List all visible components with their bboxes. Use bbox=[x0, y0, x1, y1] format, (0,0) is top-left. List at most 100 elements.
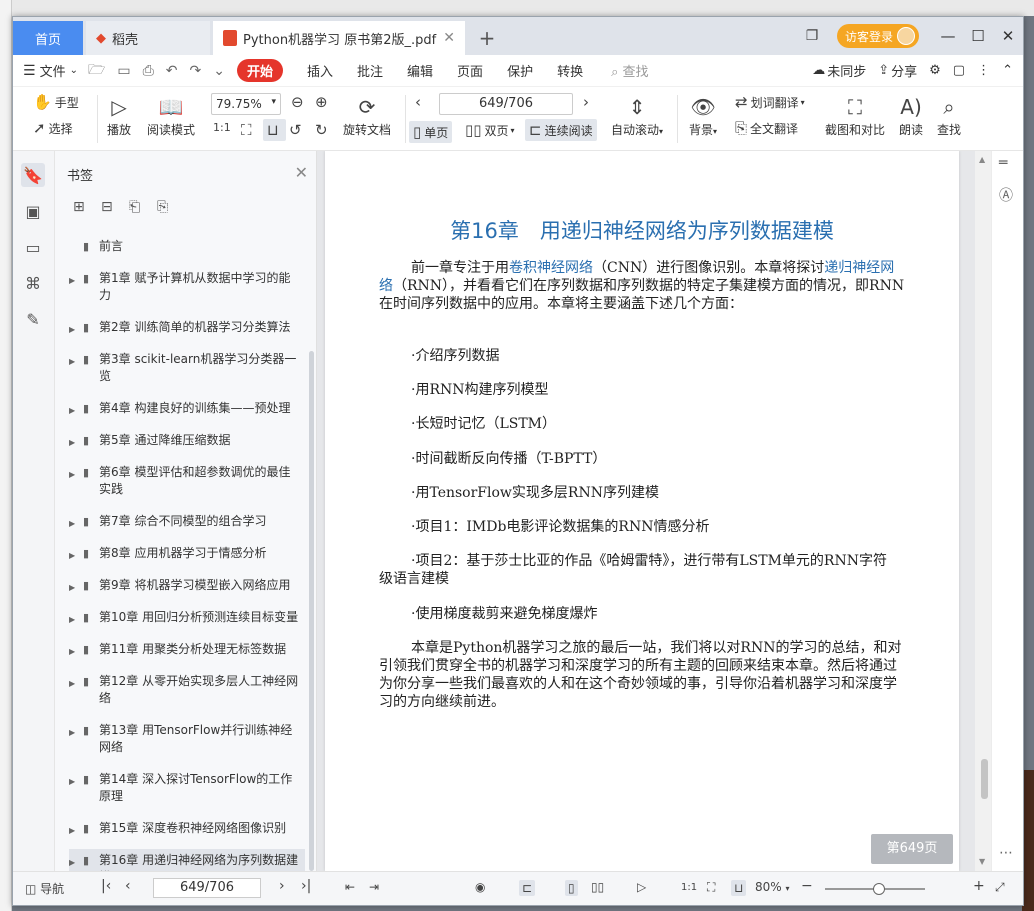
expand-arrow-icon[interactable]: ▶ bbox=[69, 822, 75, 839]
rotate-left-button[interactable]: ↺ bbox=[289, 121, 305, 139]
zoom-out-button[interactable]: ⊖ bbox=[291, 93, 307, 111]
single-page-button[interactable]: ▯ 单页 bbox=[409, 121, 453, 143]
file-menu[interactable]: ☰ 文件 ⌄ bbox=[23, 61, 78, 81]
bookmark-scrollbar[interactable] bbox=[309, 351, 314, 871]
tab-docer[interactable]: ◆ 稻壳 bbox=[86, 21, 210, 55]
open-folder-icon[interactable]: 🗁 bbox=[88, 59, 105, 83]
zoom-in-icon[interactable]: + bbox=[973, 878, 985, 894]
find-button[interactable]: ⌕ 查找 bbox=[937, 93, 961, 138]
add-bookmark-icon[interactable]: ⎗ bbox=[129, 199, 157, 215]
document-viewport[interactable]: 第16章 用递归神经网络为序列数据建模 前一章专注于用卷积神经网络（CNN）进行… bbox=[317, 151, 993, 871]
zoom-out-icon[interactable]: − bbox=[801, 878, 813, 894]
comment-panel-icon[interactable]: ▭ bbox=[21, 235, 45, 259]
bookmark-item[interactable]: ▶ ▮ 第5章 通过降维压缩数据 bbox=[69, 429, 305, 452]
guest-login-button[interactable]: 访客登录 bbox=[836, 24, 919, 48]
last-page-icon[interactable]: ›| bbox=[301, 878, 311, 894]
expand-arrow-icon[interactable]: ▶ bbox=[69, 466, 75, 483]
collapse-ribbon-icon[interactable]: ⌃ bbox=[1002, 63, 1013, 78]
word-translate-button[interactable]: ⇄ 划词翻译 ▾ bbox=[735, 93, 805, 111]
expand-arrow-icon[interactable]: ▶ bbox=[69, 643, 75, 660]
expand-arrow-icon[interactable]: ▶ bbox=[69, 402, 75, 419]
screenshot-compare-button[interactable]: ⛶ 截图和对比 bbox=[825, 93, 885, 138]
bookmark-panel-icon[interactable]: 🔖 bbox=[21, 163, 45, 187]
minimize-button[interactable]: — bbox=[933, 27, 963, 45]
expand-arrow-icon[interactable]: ▶ bbox=[69, 272, 75, 289]
bookmark-settings-icon[interactable]: ⎘ bbox=[157, 199, 185, 215]
previous-page-button[interactable]: ‹ bbox=[415, 93, 424, 111]
continuous-read-button[interactable]: ⊏ 连续阅读 bbox=[525, 119, 597, 141]
rotate-right-button[interactable]: ↻ bbox=[315, 121, 331, 139]
actual-size-icon[interactable]: 1:1 bbox=[681, 882, 697, 893]
menu-protect[interactable]: 保护 bbox=[507, 61, 533, 80]
expand-arrow-icon[interactable]: ▶ bbox=[69, 773, 75, 790]
expand-arrow-icon[interactable]: ▶ bbox=[69, 854, 75, 871]
forward-icon[interactable]: ⇥ bbox=[369, 880, 379, 894]
settings-gear-icon[interactable]: ⚙ bbox=[929, 63, 941, 78]
read-mode-button[interactable]: 📖 阅读模式 bbox=[147, 93, 195, 138]
menu-page[interactable]: 页面 bbox=[457, 61, 483, 80]
print-icon[interactable]: ⎙ bbox=[143, 63, 154, 79]
navigation-toggle[interactable]: ◫ 导航 bbox=[25, 880, 64, 897]
bookmark-item[interactable]: ▶ ▮ 第3章 scikit-learn机器学习分类器一览 bbox=[69, 348, 305, 388]
menu-search[interactable]: ⌕ 查找 bbox=[611, 61, 648, 80]
background-button[interactable]: 👁 背景▾ bbox=[689, 93, 717, 138]
bookmark-item[interactable]: ▶ ▮ 第2章 训练简单的机器学习分类算法 bbox=[69, 316, 305, 339]
menu-edit[interactable]: 编辑 bbox=[407, 61, 433, 80]
maximize-button[interactable]: ☐ bbox=[963, 27, 993, 45]
share-button[interactable]: 分享 bbox=[891, 61, 917, 80]
expand-arrow-icon[interactable]: ▶ bbox=[69, 434, 75, 451]
menu-insert[interactable]: 插入 bbox=[307, 61, 333, 80]
scroll-up-icon[interactable]: ▲ bbox=[979, 155, 985, 164]
bookmark-item[interactable]: ▶ ▮ 第15章 深度卷积神经网络图像识别 bbox=[69, 817, 305, 840]
menu-start[interactable]: 开始 bbox=[236, 59, 283, 82]
expand-arrow-icon[interactable]: ▶ bbox=[69, 611, 75, 628]
play-icon[interactable]: ▷ bbox=[637, 880, 646, 894]
signature-icon[interactable]: ✎ bbox=[21, 307, 45, 331]
unsync-status[interactable]: 未同步 bbox=[827, 61, 866, 80]
eye-protection-icon[interactable]: ◉ bbox=[475, 880, 485, 894]
double-page-mode-icon[interactable]: ▯▯ bbox=[591, 880, 604, 894]
tab-pdf-document[interactable]: Python机器学习 原书第2版_.pdf ✕ bbox=[213, 21, 465, 55]
bookmark-item[interactable]: ▶ ▮ 第14章 深入探讨TensorFlow的工作原理 bbox=[69, 768, 305, 808]
fit-page-icon[interactable]: ⛶ bbox=[707, 880, 715, 895]
expand-all-icon[interactable]: ⊞ bbox=[73, 199, 101, 215]
expand-arrow-icon[interactable]: ▶ bbox=[69, 353, 75, 370]
quick-access-dropdown-icon[interactable]: ⌄ bbox=[213, 63, 225, 79]
window-layout-icon[interactable]: ❐ bbox=[797, 28, 827, 44]
save-icon[interactable]: ▭ bbox=[117, 63, 130, 79]
scroll-down-icon[interactable]: ▼ bbox=[979, 857, 985, 866]
zoom-slider[interactable] bbox=[825, 883, 925, 895]
next-page-button[interactable]: › bbox=[583, 93, 592, 111]
comment-icon[interactable]: ▢ bbox=[953, 63, 965, 78]
more-horizontal-icon[interactable]: ⋯ bbox=[999, 845, 1013, 861]
fit-width-icon[interactable]: ⊔ bbox=[731, 880, 747, 896]
double-page-button[interactable]: ▯▯ 双页 ▾ bbox=[465, 121, 515, 139]
expand-arrow-icon[interactable]: ▶ bbox=[69, 515, 75, 532]
actual-size-button[interactable]: 1:1 bbox=[213, 121, 234, 134]
expand-arrow-icon[interactable]: ▶ bbox=[69, 321, 75, 338]
expand-arrow-icon[interactable]: ▶ bbox=[69, 547, 75, 564]
next-page-icon[interactable]: › bbox=[279, 878, 285, 894]
single-page-mode-icon[interactable]: ▯ bbox=[565, 880, 578, 896]
new-tab-button[interactable]: + bbox=[475, 21, 499, 55]
zoom-dropdown[interactable]: 80% ▾ bbox=[755, 880, 790, 894]
thumbnail-icon[interactable]: ▣ bbox=[21, 199, 45, 223]
zoom-select[interactable]: 79.75% ▾ bbox=[211, 93, 281, 115]
menu-convert[interactable]: 转换 bbox=[557, 61, 583, 80]
zoom-in-button[interactable]: ⊕ bbox=[315, 93, 331, 111]
tab-home[interactable]: 首页 bbox=[13, 21, 83, 55]
continuous-mode-icon[interactable]: ⊏ bbox=[519, 880, 536, 896]
zoom-slider-knob[interactable] bbox=[873, 883, 885, 895]
redo-icon[interactable]: ↷ bbox=[190, 63, 202, 79]
undo-icon[interactable]: ↶ bbox=[166, 63, 178, 79]
cnn-link[interactable]: 卷积神经网络 bbox=[509, 260, 593, 276]
fit-width-button[interactable]: ⊔ bbox=[263, 119, 286, 141]
bookmark-item[interactable]: ▶ ▮ 第10章 用回归分析预测连续目标变量 bbox=[69, 606, 305, 629]
page-number-input[interactable]: 649/706 bbox=[439, 93, 573, 115]
close-panel-icon[interactable]: ✕ bbox=[295, 163, 308, 182]
collapse-all-icon[interactable]: ⊟ bbox=[101, 199, 129, 215]
hand-tool-button[interactable]: ✋ 手型 bbox=[33, 93, 79, 111]
rotate-document-button[interactable]: ⟳ 旋转文档 bbox=[343, 93, 391, 138]
bookmark-item[interactable]: ▶ ▮ 第7章 综合不同模型的组合学习 bbox=[69, 510, 305, 533]
close-tab-icon[interactable]: ✕ bbox=[443, 30, 455, 46]
